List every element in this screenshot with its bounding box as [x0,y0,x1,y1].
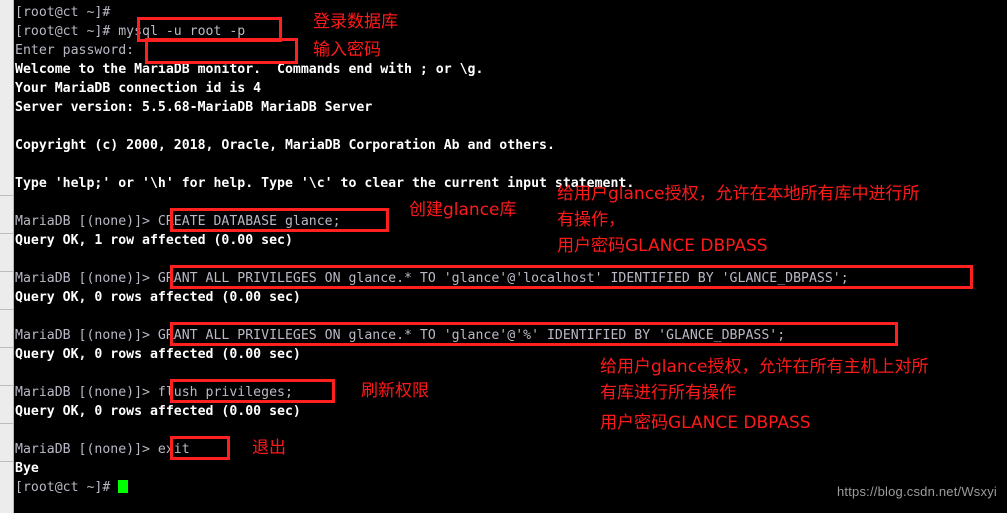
gutter-tick [0,271,14,272]
annotation-flush-privileges: 刷新权限 [361,381,429,401]
gutter-tick [0,423,14,424]
terminal-line: Bye [15,461,39,476]
annotation-grant-local-3: 用户密码GLANCE DBPASS [557,236,768,256]
terminal-line: Welcome to the MariaDB monitor. Commands… [15,62,484,77]
terminal-output[interactable]: [root@ct ~]# [root@ct ~]# mysql -u root … [15,0,1007,513]
gutter-tick [0,385,14,386]
terminal-line: [root@ct ~]# mysql -u root -p [15,24,246,39]
annotation-grant-any-2: 有库进行所有操作 [600,383,736,403]
annotation-login-db: 登录数据库 [313,12,398,32]
terminal-line: Enter password: [15,43,135,58]
annotation-grant-any-1: 给用户glance授权，允许在所有主机上对所 [600,357,929,377]
terminal-line-with-cursor: [root@ct ~]# [15,478,129,497]
prompt-text: [root@ct ~]# [15,480,119,495]
terminal-line: [root@ct ~]# [15,5,111,20]
gutter-tick [0,309,14,310]
gutter-tick [0,195,14,196]
annotation-create-glance-db: 创建glance库 [409,200,517,220]
watermark: https://blog.csdn.net/Wsxyi [836,484,997,499]
terminal-screenshot: [root@ct ~]# [root@ct ~]# mysql -u root … [0,0,1007,513]
terminal-line: Copyright (c) 2000, 2018, Oracle, MariaD… [15,138,555,153]
terminal-line: MariaDB [(none)]> GRANT ALL PRIVILEGES O… [15,328,786,343]
annotation-exit: 退出 [252,438,286,458]
gutter-tick [0,233,14,234]
left-ruler-gutter [0,0,14,513]
annotation-enter-password: 输入密码 [313,40,381,60]
terminal-line: Type 'help;' or '\h' for help. Type '\c'… [15,176,635,191]
terminal-line: MariaDB [(none)]> flush privileges; [15,385,293,400]
terminal-line: MariaDB [(none)]> exit [15,442,190,457]
terminal-line: Your MariaDB connection id is 4 [15,81,262,96]
text-cursor [118,480,129,493]
terminal-line: Server version: 5.5.68-MariaDB MariaDB S… [15,100,373,115]
gutter-tick [0,461,14,462]
terminal-line: Query OK, 0 rows affected (0.00 sec) [15,290,301,305]
terminal-line: MariaDB [(none)]> GRANT ALL PRIVILEGES O… [15,271,849,286]
annotation-grant-any-3: 用户密码GLANCE DBPASS [600,413,811,433]
terminal-line: Query OK, 0 rows affected (0.00 sec) [15,404,301,419]
terminal-line: Query OK, 0 rows affected (0.00 sec) [15,347,301,362]
terminal-line: Query OK, 1 row affected (0.00 sec) [15,233,293,248]
gutter-tick [0,347,14,348]
annotation-grant-local-1: 给用户glance授权，允许在本地所有库中进行所 [557,184,920,204]
annotation-grant-local-2: 有操作， [557,210,625,230]
terminal-line: MariaDB [(none)]> CREATE DATABASE glance… [15,214,341,229]
